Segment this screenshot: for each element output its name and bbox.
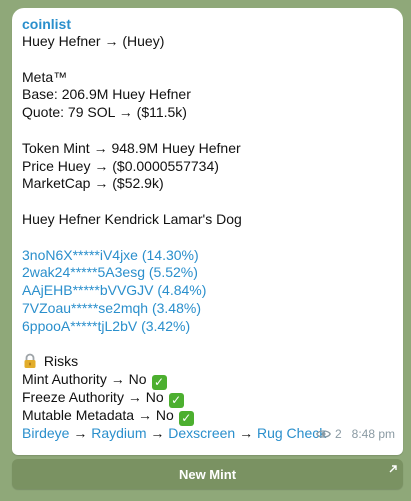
risk-line-text: Mutable Metadata → No (22, 406, 174, 423)
check-mark-icon: ✓ (168, 392, 184, 408)
risks-label: Risks (43, 353, 79, 370)
raydium-link[interactable]: Raydium (91, 425, 146, 441)
risk-line: Freeze Authority → No ✓ (22, 388, 393, 408)
sender-name[interactable]: coinlist (22, 15, 393, 33)
risk-line-text: Freeze Authority → No (22, 388, 164, 405)
birdeye-link[interactable]: Birdeye (22, 425, 69, 441)
lock-icon (22, 353, 38, 369)
check-mark-icon: ✓ (178, 410, 194, 426)
risk-line-text: Mint Authority → No (22, 371, 147, 388)
check-mark-icon: ✓ (151, 375, 167, 391)
message-time: 8:48 pm (351, 426, 395, 441)
message-bubble: coinlist Huey Hefner → (Huey) Meta™ Base… (12, 8, 403, 455)
link-separator: → (239, 424, 254, 441)
holder-link[interactable]: 6ppooA*****tjL2bV (3.42%) (22, 318, 393, 336)
risk-line: Mutable Metadata → No ✓ (22, 406, 393, 426)
link-separator: → (150, 424, 165, 441)
holder-link[interactable]: 2wak24*****5A3esg (5.52%) (22, 264, 393, 282)
holder-link[interactable]: 3noN6X*****iV4jxe (14.30%) (22, 247, 393, 265)
dexscreen-link[interactable]: Dexscreen (168, 425, 235, 441)
quote-line: Quote: 79 SOL → ($11.5k) (22, 104, 187, 121)
new-mint-button[interactable]: New Mint (12, 459, 403, 489)
risk-line: Mint Authority → No ✓ (22, 371, 393, 391)
marketcap-line: MarketCap → ($52.9k) (22, 175, 164, 192)
view-count: 2 (334, 426, 342, 441)
link-separator: → (73, 424, 88, 441)
links-row: Birdeye → Raydium → Dexscreen → Rug Chec… (22, 424, 395, 444)
price-line: Price Huey → ($0.0000557734) (22, 157, 219, 174)
base-line: Base: 206.9M Huey Hefner (22, 86, 191, 103)
external-arrow-icon (388, 462, 398, 473)
description-line: Huey Hefner Kendrick Lamar's Dog (22, 210, 242, 227)
title-line: Huey Hefner → (Huey) (22, 33, 165, 49)
message-meta: 2 8:48 pm (316, 426, 395, 444)
meta-label: Meta™ (22, 68, 68, 85)
token-mint-line: Token Mint → 948.9M Huey Hefner (22, 139, 241, 156)
eye-icon (316, 429, 331, 439)
new-mint-button-label: New Mint (178, 466, 237, 482)
holder-link[interactable]: AAjEHB*****bVVGJV (4.84%) (22, 282, 393, 300)
risks-heading: Risks (22, 353, 393, 371)
holder-link[interactable]: 7VZoau*****se2mqh (3.48%) (22, 300, 393, 318)
